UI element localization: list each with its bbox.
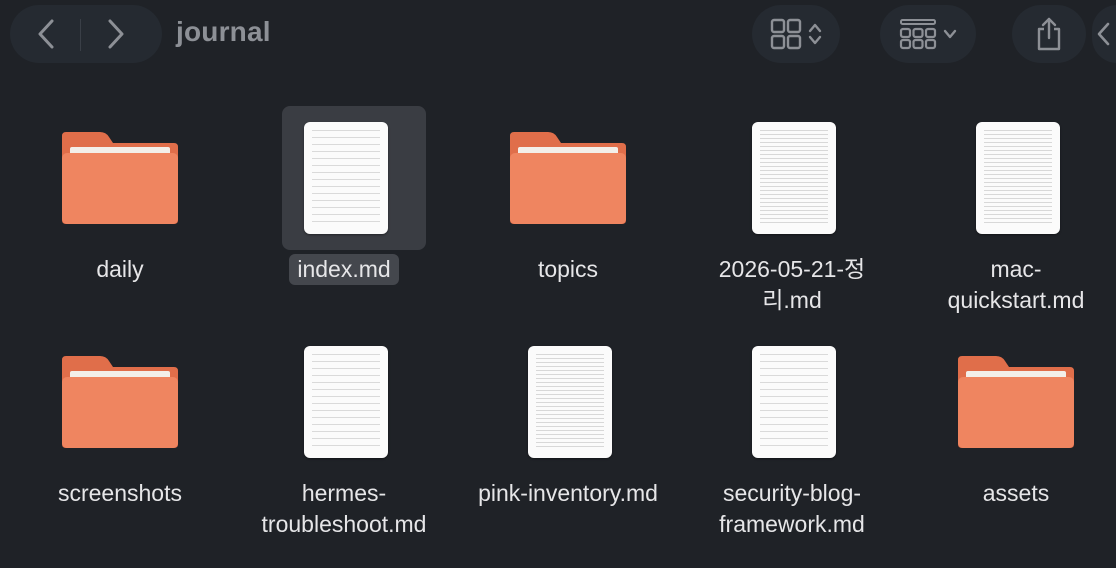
item-name-line-2: troubleshoot.md bbox=[261, 511, 427, 537]
document-thumbnail bbox=[304, 122, 388, 234]
item-name-line-1: hermes- bbox=[301, 480, 387, 506]
item-name: assets bbox=[982, 480, 1050, 506]
window-title: journal bbox=[176, 16, 271, 47]
group-list-icon bbox=[899, 19, 937, 50]
forward-button[interactable] bbox=[84, 5, 148, 63]
file-grid: daily index.md topics 2026-05-21-정 리.md bbox=[0, 70, 1116, 568]
item-name-line-1: mac- bbox=[990, 256, 1042, 282]
view-mode-button[interactable] bbox=[752, 5, 840, 63]
group-by-button[interactable] bbox=[880, 5, 976, 63]
share-button[interactable] bbox=[1012, 5, 1086, 63]
chevron-left-icon bbox=[38, 19, 54, 49]
document-thumbnail bbox=[304, 346, 388, 458]
finder-toolbar: journal bbox=[0, 0, 1116, 70]
share-icon bbox=[1037, 17, 1061, 51]
item-name: pink-inventory.md bbox=[478, 480, 658, 506]
chevron-updown-icon bbox=[808, 23, 822, 45]
document-thumbnail bbox=[752, 346, 836, 458]
item-name-line-1: security-blog- bbox=[722, 480, 862, 506]
back-button[interactable] bbox=[14, 5, 78, 63]
toolbar-overflow-button[interactable] bbox=[1092, 5, 1116, 63]
icon-grid-icon bbox=[770, 18, 802, 50]
folder-icon bbox=[62, 132, 178, 224]
nav-divider bbox=[80, 19, 81, 51]
chevron-left-icon bbox=[1097, 22, 1110, 46]
item-name: daily bbox=[96, 256, 144, 282]
chevron-down-icon bbox=[943, 29, 957, 39]
document-thumbnail bbox=[528, 346, 612, 458]
document-thumbnail bbox=[752, 122, 836, 234]
item-name-line-1: 2026-05-21-정 bbox=[718, 256, 866, 282]
chevron-right-icon bbox=[108, 19, 124, 49]
folder-icon bbox=[510, 132, 626, 224]
document-thumbnail bbox=[976, 122, 1060, 234]
folder-icon bbox=[958, 356, 1074, 448]
item-name: screenshots bbox=[57, 480, 182, 506]
item-name: index.md bbox=[289, 254, 399, 285]
item-name: topics bbox=[537, 256, 599, 282]
navigation-buttons bbox=[10, 5, 162, 63]
item-name-line-2: framework.md bbox=[719, 511, 865, 537]
folder-icon bbox=[62, 356, 178, 448]
